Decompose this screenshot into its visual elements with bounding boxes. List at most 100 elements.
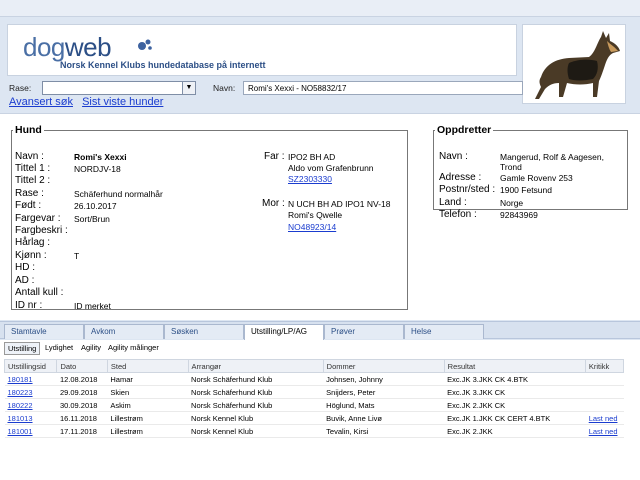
opp-navn-row: Navn : Mangerud, Rolf & Aagesen,: [439, 151, 604, 162]
cell-krit: [585, 385, 624, 399]
hund-field-row: Antall kull :: [15, 287, 245, 299]
hund-field-label: Fargbeskri :: [15, 225, 68, 236]
rase-select[interactable]: ▼: [42, 81, 196, 95]
hund-field-value: Schäferhund normalhår: [74, 189, 163, 199]
hund-field-row: AD :: [15, 275, 245, 287]
hund-field-row: Tittel 1 : NORDJV-18: [15, 163, 245, 175]
tab-bar: Stamtavle Avkom Søsken Utstilling/LP/AG Prøv…: [0, 321, 640, 340]
hund-field-label: Tittel 1 :: [15, 163, 51, 174]
column-header: Resultat: [443, 359, 586, 373]
hund-field-value: T: [74, 251, 80, 261]
chevron-down-icon[interactable]: ▼: [182, 82, 195, 94]
cell-res: Exc.JK 1.JKK CK CERT 4.BTK: [444, 411, 586, 425]
recent-dogs-link[interactable]: Sist viste hunder: [82, 96, 163, 108]
utstilling-id-link[interactable]: 180181: [8, 375, 33, 384]
oppdretter-box: Oppdretter Navn : Mangerud, Rolf & Aages…: [433, 124, 628, 220]
cell-res: Exc.JK 2.JKK: [444, 424, 586, 438]
cell-dommer: Tevalin, Kirsi: [323, 424, 445, 438]
hund-field-row: Fargevar : Sort/Brun: [15, 213, 245, 225]
hund-field-value: Romi's Xexxi: [74, 152, 127, 162]
opp-adresse-row: Adresse : Gamle Rovenv 253: [439, 172, 573, 183]
opp-postnr-row: Postnr/sted : 1900 Fetsund: [439, 184, 552, 195]
header-banner: dogweb Norsk Kennel Klubs hundedatabase …: [7, 24, 517, 76]
hund-field-label: Kjønn :: [15, 250, 47, 261]
cell-dommer: Buvik, Anne Livø: [323, 411, 445, 425]
tab-4[interactable]: Prøver: [324, 324, 404, 339]
utstilling-id-link[interactable]: 180222: [8, 401, 33, 410]
hund-legend: Hund: [15, 124, 42, 136]
cell-dommer: Höglund, Mats: [323, 398, 445, 412]
hund-field-row: Født : 26.10.2017: [15, 200, 245, 212]
utstilling-id-link[interactable]: 181013: [8, 414, 33, 423]
cell-id: 180223: [4, 385, 57, 399]
hund-field-label: Antall kull :: [15, 287, 64, 298]
navn-input[interactable]: [243, 81, 523, 95]
table-row: 180222 30.09.2018 Askim Norsk Schäferhund K…: [4, 398, 624, 412]
cell-id: 180181: [4, 372, 57, 386]
tab-2[interactable]: Søsken: [164, 324, 244, 339]
kritikk-download-link[interactable]: Last ned: [589, 427, 618, 436]
cell-arr: Norsk Schäferhund Klub: [188, 385, 324, 399]
dogweb-logo[interactable]: dogweb: [23, 33, 112, 61]
hund-field-label: Rase :: [15, 188, 44, 199]
subtab-0[interactable]: Utstilling: [4, 342, 41, 355]
mor-name: Romi's Qwelle: [288, 210, 343, 220]
cell-dato: 30.09.2018: [56, 398, 108, 412]
hund-field-label: Fargevar :: [15, 213, 61, 224]
hund-field-row: Hårlag :: [15, 237, 245, 249]
hund-field-row: Rase : Schäferhund normalhår: [15, 188, 245, 200]
table-header-row: Utstillingsid Dato Sted Arrangør Dommer Resul…: [3, 359, 625, 373]
subtab-2[interactable]: Agility: [78, 342, 104, 355]
hund-field-label: AD :: [15, 275, 35, 286]
far-label: Far :: [264, 151, 285, 162]
cell-res: Exc.JK 2.JKK CK: [444, 398, 586, 412]
hund-field-label: Født :: [15, 200, 42, 211]
top-strip: [0, 0, 640, 17]
cell-dato: 16.11.2018: [56, 411, 108, 425]
utstilling-id-link[interactable]: 180223: [8, 388, 33, 397]
hund-field-row: Fargbeskri :: [15, 225, 245, 237]
kritikk-download-link[interactable]: Last ned: [589, 414, 618, 423]
column-header: Sted: [106, 359, 189, 373]
cell-id: 180222: [4, 398, 57, 412]
cell-sted: Hamar: [107, 372, 189, 386]
cell-arr: Norsk Kennel Klub: [188, 424, 324, 438]
tab-3[interactable]: Utstilling/LP/AG: [244, 324, 324, 340]
cell-dommer: Snijders, Peter: [323, 385, 445, 399]
cell-sted: Lillestrøm: [107, 424, 189, 438]
tagline: Norsk Kennel Klubs hundedatabase på inte…: [60, 60, 266, 70]
hund-field-value: Sort/Brun: [74, 214, 110, 224]
table-area: Utstillingsid Dato Sted Arrangør Dommer Resul…: [0, 356, 640, 480]
column-header: Dato: [56, 359, 108, 373]
cell-krit: [585, 372, 624, 386]
cell-dato: 12.08.2018: [56, 372, 108, 386]
hund-field-row: Kjønn : T: [15, 250, 245, 262]
advanced-search-link[interactable]: Avansert søk: [9, 96, 73, 108]
column-header: Kritikk: [584, 359, 625, 373]
subtab-3[interactable]: Agility målinger: [105, 342, 162, 355]
hund-field-label: Tittel 2 :: [15, 175, 51, 186]
cell-krit: Last ned: [585, 424, 624, 438]
subtab-1[interactable]: Lydighet: [42, 342, 76, 355]
mor-label: Mor :: [262, 198, 285, 209]
utstilling-table: Utstillingsid Dato Sted Arrangør Dommer Resul…: [3, 359, 625, 438]
table-row: 180223 29.09.2018 Skien Norsk Schäferhund K…: [4, 385, 624, 399]
column-header: Utstillingsid: [3, 359, 58, 373]
column-header: Dommer: [322, 359, 445, 373]
oppdretter-legend: Oppdretter: [437, 124, 492, 136]
table-row: 181001 17.11.2018 Lillestrøm Norsk Kennel K…: [4, 424, 624, 438]
far-reg-link[interactable]: SZ2303330: [288, 173, 332, 185]
tab-0[interactable]: Stamtavle: [4, 324, 84, 339]
cell-dommer: Johnsen, Johnny: [323, 372, 445, 386]
cell-krit: [585, 398, 624, 412]
hund-field-label: ID nr :: [15, 300, 43, 311]
tab-1[interactable]: Avkom: [84, 324, 164, 339]
cell-sted: Askim: [107, 398, 189, 412]
hund-field-row: Tittel 2 :: [15, 175, 245, 187]
utstilling-id-link[interactable]: 181001: [8, 427, 33, 436]
cell-krit: Last ned: [585, 411, 624, 425]
mor-reg-link[interactable]: NO48923/14: [288, 221, 336, 233]
cell-id: 181001: [4, 424, 57, 438]
cell-res: Exc.JK 3.JKK CK: [444, 385, 586, 399]
tab-5[interactable]: Helse: [404, 324, 484, 339]
